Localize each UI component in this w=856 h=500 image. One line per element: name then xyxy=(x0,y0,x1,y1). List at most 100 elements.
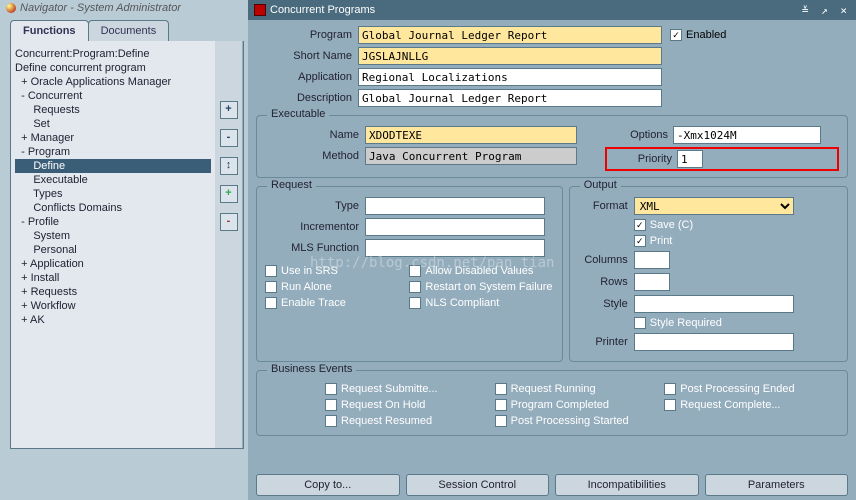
lbl-prog-comp: Program Completed xyxy=(511,399,609,411)
output-group: Output FormatXML Save (C) Print Columns … xyxy=(569,186,848,362)
tree-item[interactable]: + Manager xyxy=(15,131,211,145)
tab-functions[interactable]: Functions xyxy=(10,20,89,41)
chk-prog-comp[interactable] xyxy=(495,399,507,411)
enabled-label: Enabled xyxy=(686,29,726,41)
method-input xyxy=(365,147,577,165)
style-input[interactable] xyxy=(634,295,794,313)
side-button[interactable]: + xyxy=(220,185,238,203)
tree-item[interactable]: System xyxy=(15,229,211,243)
side-button[interactable]: - xyxy=(220,129,238,147)
executable-group: Executable Name Method Options xyxy=(256,115,848,178)
lbl-req-resumed: Request Resumed xyxy=(341,415,432,427)
request-group: Request Type Incrementor MLS Function Us… xyxy=(256,186,563,362)
priority-highlight-box: Priority xyxy=(605,147,839,171)
use-srs-checkbox[interactable] xyxy=(265,265,277,277)
tree-item[interactable]: - Concurrent xyxy=(15,89,211,103)
restart-checkbox[interactable] xyxy=(409,281,421,293)
tree-item[interactable]: Executable xyxy=(15,173,211,187)
label-format: Format xyxy=(578,200,634,212)
enable-trace-label: Enable Trace xyxy=(281,297,346,309)
chk-req-sub[interactable] xyxy=(325,383,337,395)
tree-item[interactable]: + Workflow xyxy=(15,299,211,313)
bottom-buttons: Copy to... Session Control Incompatibili… xyxy=(256,474,848,496)
chk-post-start[interactable] xyxy=(495,415,507,427)
tree-subheader: Define concurrent program xyxy=(15,61,211,75)
chk-req-resumed[interactable] xyxy=(325,415,337,427)
type-input[interactable] xyxy=(365,197,545,215)
label-method: Method xyxy=(265,150,365,162)
incompatibilities-button[interactable]: Incompatibilities xyxy=(555,474,699,496)
lbl-req-sub: Request Submitte... xyxy=(341,383,438,395)
enable-trace-checkbox[interactable] xyxy=(265,297,277,309)
tree-item[interactable]: Conflicts Domains xyxy=(15,201,211,215)
format-select[interactable]: XML xyxy=(634,197,794,215)
nls-checkbox[interactable] xyxy=(409,297,421,309)
allow-disabled-label: Allow Disabled Values xyxy=(425,265,533,277)
session-control-button[interactable]: Session Control xyxy=(406,474,550,496)
tree-item[interactable]: Types xyxy=(15,187,211,201)
side-button[interactable]: + xyxy=(220,101,238,119)
tree-item[interactable]: + AK xyxy=(15,313,211,327)
run-alone-checkbox[interactable] xyxy=(265,281,277,293)
chk-post-end[interactable] xyxy=(664,383,676,395)
legend-biz: Business Events xyxy=(267,363,356,375)
incrementor-input[interactable] xyxy=(365,218,545,236)
tree-item[interactable]: + Requests xyxy=(15,285,211,299)
tree-item[interactable]: Requests xyxy=(15,103,211,117)
program-input[interactable] xyxy=(358,26,662,44)
legend-executable: Executable xyxy=(267,108,329,120)
lbl-post-end: Post Processing Ended xyxy=(680,383,794,395)
tree-item[interactable]: + Install xyxy=(15,271,211,285)
label-type: Type xyxy=(265,200,365,212)
lbl-req-running: Request Running xyxy=(511,383,596,395)
description-input[interactable] xyxy=(358,89,662,107)
label-rows: Rows xyxy=(578,276,634,288)
print-checkbox[interactable] xyxy=(634,235,646,247)
form-body: Program Enabled Short Name Application D… xyxy=(248,20,856,442)
tree-item[interactable]: Personal xyxy=(15,243,211,257)
chk-req-running[interactable] xyxy=(495,383,507,395)
tab-documents[interactable]: Documents xyxy=(88,20,170,41)
parameters-button[interactable]: Parameters xyxy=(705,474,849,496)
oracle-orb-icon xyxy=(6,3,16,13)
tree-item[interactable]: + Application xyxy=(15,257,211,271)
window-controls[interactable]: ≚ ↗ × xyxy=(802,4,850,17)
printer-input[interactable] xyxy=(634,333,794,351)
tree-item[interactable]: + Oracle Applications Manager xyxy=(15,75,211,89)
label-program: Program xyxy=(256,29,358,41)
options-input[interactable] xyxy=(673,126,821,144)
tree-item[interactable]: - Program xyxy=(15,145,211,159)
tree-item[interactable]: Define xyxy=(15,159,211,173)
side-button[interactable]: - xyxy=(220,213,238,231)
business-events-group: Business Events Request Submitte... Requ… xyxy=(256,370,848,436)
allow-disabled-checkbox[interactable] xyxy=(409,265,421,277)
tree-header: Concurrent:Program:Define xyxy=(15,47,211,61)
chk-req-comp[interactable] xyxy=(664,399,676,411)
tree-item[interactable]: Set xyxy=(15,117,211,131)
lbl-post-start: Post Processing Started xyxy=(511,415,629,427)
copy-to-button[interactable]: Copy to... xyxy=(256,474,400,496)
style-req-checkbox[interactable] xyxy=(634,317,646,329)
exec-name-input[interactable] xyxy=(365,126,577,144)
label-mls: MLS Function xyxy=(265,242,365,254)
label-style: Style xyxy=(578,298,634,310)
window-title-text: Concurrent Programs xyxy=(270,4,375,16)
oracle-window-icon xyxy=(254,4,266,16)
label-incrementor: Incrementor xyxy=(265,221,365,233)
mls-input[interactable] xyxy=(365,239,545,257)
label-exec-name: Name xyxy=(265,129,365,141)
tree-item[interactable]: - Profile xyxy=(15,215,211,229)
use-srs-label: Use in SRS xyxy=(281,265,338,277)
navigator-title-text: Navigator - System Administrator xyxy=(20,2,181,14)
tree-side-buttons: + - ↕ + - xyxy=(215,41,243,448)
columns-input[interactable] xyxy=(634,251,670,269)
side-button[interactable]: ↕ xyxy=(220,157,238,175)
short-name-input[interactable] xyxy=(358,47,662,65)
chk-req-hold[interactable] xyxy=(325,399,337,411)
priority-input[interactable] xyxy=(677,150,703,168)
rows-input[interactable] xyxy=(634,273,670,291)
application-input[interactable] xyxy=(358,68,662,86)
enabled-checkbox[interactable] xyxy=(670,29,682,41)
navigator-tabs: Functions Documents xyxy=(10,20,244,41)
save-checkbox[interactable] xyxy=(634,219,646,231)
